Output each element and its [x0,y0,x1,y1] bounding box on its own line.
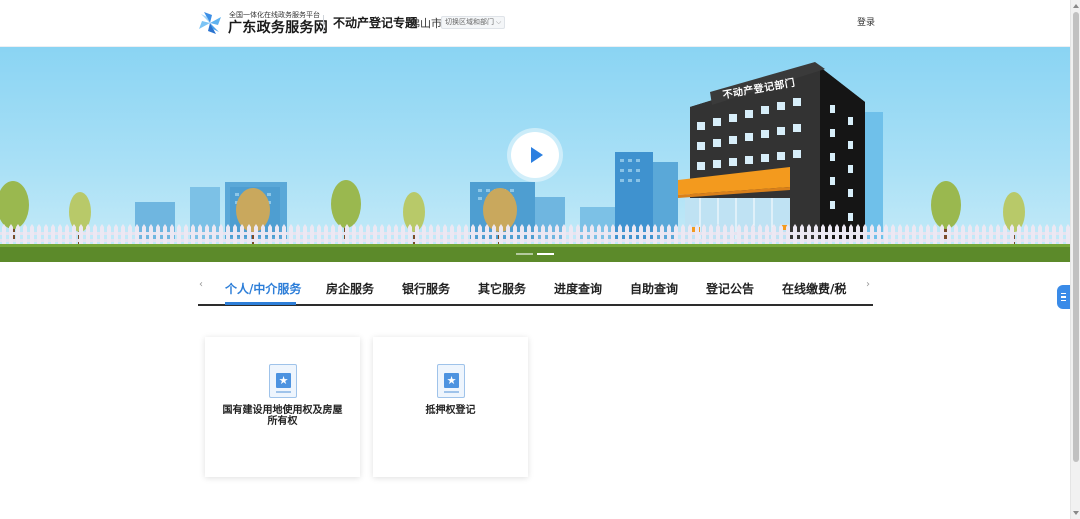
service-card[interactable]: ★ 抵押权登记 [373,337,528,477]
play-icon [531,147,543,163]
chevron-down-icon: ⌵ [496,18,502,26]
scroll-up-icon[interactable] [1072,2,1080,10]
tab-bank[interactable]: 银行服务 [402,281,450,297]
active-tab-indicator [225,302,296,305]
service-card-title: 国有建设用地使用权及房屋所有权 [222,405,343,427]
logo-subtitle: 全国一体化在线政务服务平台 [229,11,320,19]
current-city: 佛山市 [409,17,442,30]
service-card[interactable]: ★ 国有建设用地使用权及房屋所有权 [205,337,360,477]
tab-personal-agency[interactable]: 个人/中介服务 [225,281,301,297]
site-header: 全国一体化在线政务服务平台 广东政务服务网 不动产登记专题 佛山市 切换区域和部… [0,0,1070,47]
carousel-dot-2[interactable] [537,253,554,255]
menu-icon [1061,293,1066,301]
page-scrollbar[interactable] [1070,0,1080,519]
tab-developer[interactable]: 房企服务 [326,281,374,297]
service-tabs: ‹ 个人/中介服务 房企服务 银行服务 其它服务 进度查询 自助查询 登记公告 … [198,272,873,306]
scroll-down-icon[interactable] [1072,509,1080,517]
login-link[interactable]: 登录 [857,17,875,29]
scroll-thumb[interactable] [1073,12,1079,462]
side-menu-button[interactable] [1057,285,1070,309]
certificate-icon: ★ [269,364,297,398]
chevron-left-icon[interactable]: ‹ [199,279,203,290]
logo-title[interactable]: 广东政务服务网 [228,20,328,36]
topic-title: 不动产登记专题 [333,16,418,30]
certificate-icon: ★ [437,364,465,398]
tab-announcement[interactable]: 登记公告 [706,281,754,297]
chevron-right-icon[interactable]: › [866,279,870,290]
tab-other[interactable]: 其它服务 [478,281,526,297]
carousel-dot-1[interactable] [516,253,533,255]
windmill-logo-icon[interactable] [198,11,222,35]
tab-self-query[interactable]: 自助查询 [630,281,678,297]
tab-progress-query[interactable]: 进度查询 [554,281,602,297]
hero-banner[interactable]: 不动产登记部门 [0,47,1070,262]
header-divider [323,15,324,32]
service-card-title: 抵押权登记 [425,405,476,416]
region-switch-button[interactable]: 切换区域和部门 ⌵ [441,16,506,29]
region-switch-label: 切换区域和部门 [445,18,494,26]
tab-online-payment[interactable]: 在线缴费/税 [782,281,846,297]
video-play-button[interactable] [511,132,559,178]
